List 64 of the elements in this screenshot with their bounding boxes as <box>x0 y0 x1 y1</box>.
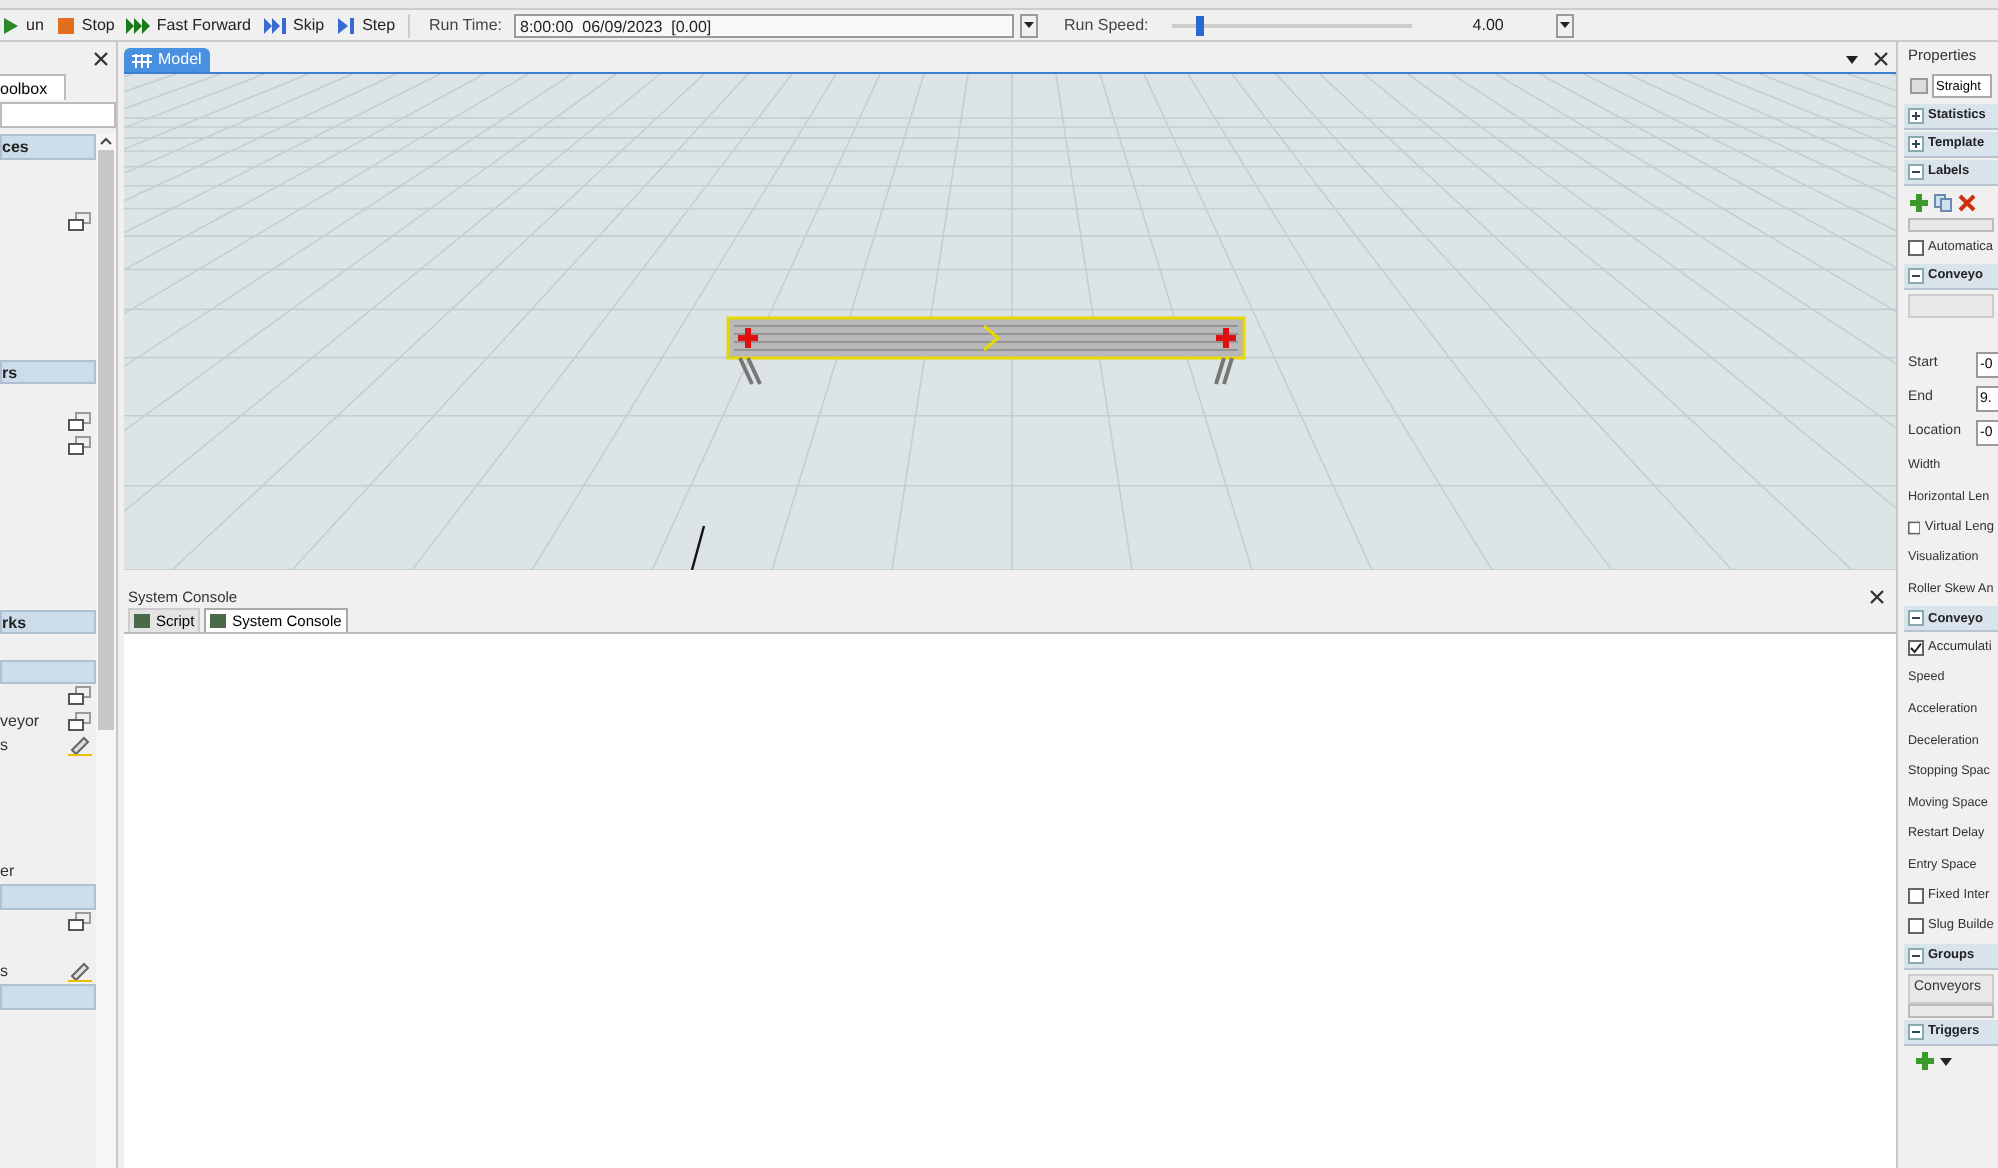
caret-icon[interactable] <box>1940 1057 1952 1066</box>
checkbox[interactable] <box>1908 639 1924 656</box>
step-icon <box>336 15 357 35</box>
category-header[interactable]: rks <box>0 609 96 634</box>
fast-forward-icon <box>126 15 151 35</box>
collapse-icon[interactable] <box>1908 610 1924 627</box>
play-icon <box>0 15 20 35</box>
collapse-icon[interactable] <box>1908 1023 1924 1040</box>
toolbar-button[interactable]: Step <box>336 15 396 35</box>
stop-icon <box>55 15 76 35</box>
scroll-up-icon[interactable] <box>100 134 112 150</box>
toolbar-button[interactable]: Stop <box>55 15 115 35</box>
run-speed-label: Run Speed: <box>1064 13 1149 37</box>
caret-icon <box>1024 22 1034 28</box>
axis-line <box>690 525 706 570</box>
console-icon <box>210 614 227 628</box>
windows-icon <box>68 411 92 432</box>
expand-icon[interactable] <box>1908 136 1924 152</box>
speed-slider[interactable] <box>1172 15 1413 35</box>
toolbox-item[interactable]: s <box>0 738 8 755</box>
checkbox[interactable] <box>1908 888 1924 905</box>
add-icon[interactable] <box>1910 193 1928 211</box>
object-icon <box>1910 78 1928 94</box>
checkbox[interactable] <box>1908 519 1921 536</box>
caret-icon <box>1559 22 1570 28</box>
run-speed-reading: 4.00 <box>1472 13 1504 37</box>
script-icon <box>134 614 150 628</box>
skip-icon <box>263 15 287 35</box>
pencil-icon <box>68 961 92 982</box>
windows-icon <box>68 436 92 457</box>
toolbar-button[interactable]: Skip <box>263 15 325 35</box>
run-time-field[interactable]: 8:00:00 06/09/2023 [0.00] <box>514 13 1014 37</box>
delete-icon[interactable] <box>1958 193 1976 211</box>
dropdown-button[interactable] <box>1555 13 1574 37</box>
toolbox-item[interactable]: veyor <box>0 713 40 730</box>
toolbox-tab[interactable]: oolbox <box>0 74 66 100</box>
toolbox-item[interactable]: er <box>0 863 15 880</box>
expand-icon[interactable] <box>1908 108 1924 124</box>
checkbox[interactable] <box>1908 918 1924 935</box>
category-header[interactable]: ces <box>0 134 96 159</box>
pencil-icon <box>68 736 92 757</box>
dropdown-button[interactable] <box>1020 13 1038 37</box>
windows-icon <box>68 911 92 932</box>
close-icon[interactable] <box>1870 590 1884 604</box>
collapse-icon[interactable] <box>1908 268 1924 284</box>
dropdown-icon[interactable] <box>1846 55 1858 63</box>
checkbox[interactable] <box>1908 239 1924 255</box>
scrollbar[interactable] <box>96 134 116 1168</box>
close-icon[interactable] <box>94 51 108 65</box>
windows-icon <box>68 711 92 732</box>
grid-icon <box>132 53 152 67</box>
windows-icon <box>68 211 92 232</box>
toolbar-button[interactable]: Fast Forward <box>126 15 251 35</box>
toolbar-button[interactable]: un <box>0 15 44 35</box>
collapse-icon[interactable] <box>1908 164 1924 180</box>
copy-icon[interactable] <box>1934 193 1952 211</box>
collapse-icon[interactable] <box>1908 947 1924 964</box>
windows-icon <box>68 686 92 707</box>
close-icon[interactable] <box>1874 52 1888 66</box>
run-time-label: Run Time: <box>429 13 502 37</box>
toolbox-item[interactable]: s <box>0 963 8 980</box>
search-field[interactable] <box>0 102 116 128</box>
name-field[interactable] <box>1908 294 1994 318</box>
category-header[interactable]: rs <box>0 359 96 384</box>
